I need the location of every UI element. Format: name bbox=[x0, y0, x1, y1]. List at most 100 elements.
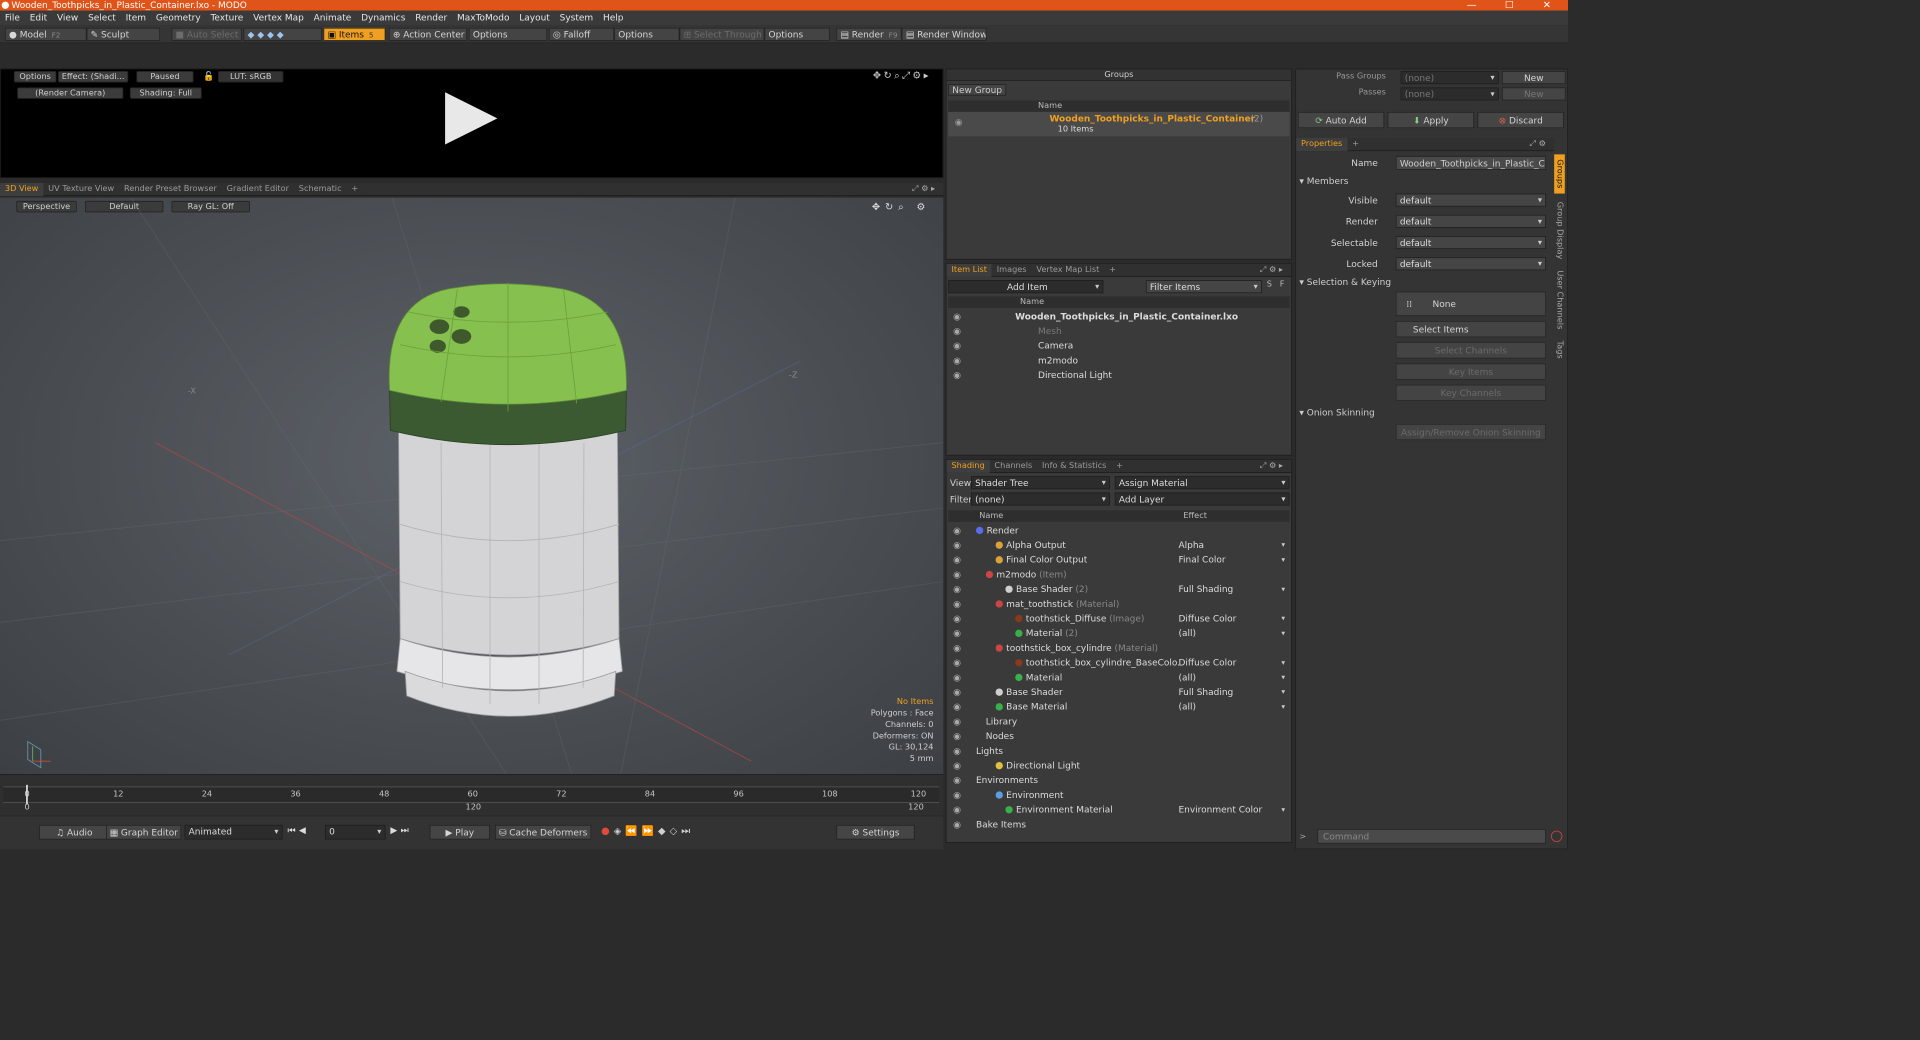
shader-row[interactable]: ◉ mat_toothstick (Material) bbox=[948, 597, 1289, 612]
shader-effect-dropdown[interactable]: Alpha bbox=[1178, 538, 1284, 553]
eye-icon[interactable]: ◉ bbox=[953, 671, 961, 686]
chevron-down-icon[interactable]: ▾ bbox=[1281, 553, 1285, 568]
eye-icon[interactable]: ◉ bbox=[953, 656, 961, 671]
maximize-button[interactable]: ☐ bbox=[1493, 0, 1526, 11]
passes-dropdown[interactable]: (none) bbox=[1400, 87, 1499, 101]
selection-keying-section[interactable]: ▾ Selection & Keying bbox=[1299, 277, 1391, 288]
shader-row[interactable]: ◉ Final Color Output Final Color ▾ bbox=[948, 553, 1289, 568]
shader-row[interactable]: ◉ toothstick_box_cylindre_BaseColo... Diff… bbox=[948, 656, 1289, 671]
properties-panel-controls[interactable]: ⤢ ⚙ bbox=[1525, 138, 1551, 151]
add-tab-button[interactable]: + bbox=[1104, 264, 1121, 277]
settings-button[interactable]: ⚙ Settings bbox=[836, 824, 915, 840]
eye-icon[interactable]: ◉ bbox=[953, 729, 961, 744]
eye-icon[interactable]: ◉ bbox=[953, 310, 961, 325]
shader-row[interactable]: ◉ Base Shader Full Shading ▾ bbox=[948, 685, 1289, 700]
add-tab-button[interactable]: + bbox=[1111, 460, 1128, 473]
prev-frame-icon[interactable]: ◀ bbox=[299, 825, 309, 836]
frame-forward-controls[interactable]: ▶⏭ bbox=[390, 825, 412, 836]
items-mode-button[interactable]: ▣ Items 5 bbox=[323, 27, 386, 41]
view-dropdown[interactable]: Shader Tree bbox=[971, 476, 1110, 490]
tab-channels[interactable]: Channels bbox=[990, 460, 1038, 473]
tab-info-statistics[interactable]: Info & Statistics bbox=[1037, 460, 1111, 473]
rotate-icon[interactable]: ↻ bbox=[884, 69, 895, 80]
side-tab-groups[interactable]: Groups bbox=[1554, 154, 1565, 194]
add-tab-button[interactable]: + bbox=[346, 183, 363, 196]
eye-icon[interactable]: ◉ bbox=[953, 553, 961, 568]
preview-paused-button[interactable]: Paused bbox=[136, 71, 194, 83]
menu-geometry[interactable]: Geometry bbox=[151, 11, 206, 26]
shader-row[interactable]: ◉ Material (2) (all) ▾ bbox=[948, 626, 1289, 641]
eye-icon[interactable]: ◉ bbox=[953, 700, 961, 715]
shader-effect-dropdown[interactable]: (all) bbox=[1178, 626, 1284, 641]
shader-row[interactable]: ◉ Directional Light bbox=[948, 759, 1289, 774]
eye-icon[interactable]: ◉ bbox=[953, 524, 961, 539]
key-prev-icon[interactable]: ⏪ bbox=[625, 825, 641, 836]
key-set-icon[interactable]: ◆ bbox=[658, 825, 670, 836]
eye-icon[interactable]: ◉ bbox=[953, 324, 961, 339]
viewport-panel-controls[interactable]: ⤢ ⚙ ▸ bbox=[907, 183, 940, 196]
shader-effect-dropdown[interactable]: Diffuse Color bbox=[1178, 656, 1284, 671]
shader-row[interactable]: ◉ toothstick_Diffuse (Image) Diffuse Color… bbox=[948, 612, 1289, 627]
gear-icon[interactable]: ⚙ bbox=[912, 69, 923, 80]
graph-editor-button[interactable]: ▦ Graph Editor bbox=[106, 824, 182, 840]
record-icon[interactable]: ● bbox=[601, 825, 614, 836]
eye-icon[interactable]: ◉ bbox=[953, 626, 961, 641]
model-mode-button[interactable]: ● Model F2 bbox=[4, 27, 87, 41]
tab-item-list[interactable]: Item List bbox=[946, 263, 992, 277]
tab-images[interactable]: Images bbox=[992, 264, 1032, 277]
shader-row[interactable]: ◉ Base Material (all) ▾ bbox=[948, 700, 1289, 715]
shading-dropdown[interactable]: Shading: Full bbox=[129, 87, 202, 99]
new-group-button[interactable]: New Group bbox=[948, 84, 1007, 96]
eye-icon[interactable]: ◉ bbox=[953, 788, 961, 803]
members-section[interactable]: ▾ Members bbox=[1299, 176, 1348, 187]
falloff-button[interactable]: ◎ Falloff bbox=[548, 27, 615, 41]
new-pass-button[interactable]: New bbox=[1501, 87, 1566, 101]
next-frame-icon[interactable]: ▶ bbox=[390, 825, 400, 836]
lut-dropdown[interactable]: LUT: sRGB bbox=[218, 71, 284, 83]
3d-viewport[interactable]: Perspective Default Ray GL: Off ✥↻⌕ ⚙ -X… bbox=[0, 197, 944, 775]
side-tab-group-display[interactable]: Group Display bbox=[1554, 198, 1565, 262]
auto-select-button[interactable]: ■ Auto Select bbox=[171, 27, 242, 41]
action-center-options-button[interactable]: Options bbox=[468, 27, 548, 41]
none-selector[interactable]: ⁞⁞ None bbox=[1395, 291, 1547, 317]
shading-panel-controls[interactable]: ⤢ ⚙ ▸ bbox=[1255, 460, 1288, 473]
preview-effect-dropdown[interactable]: Effect: (Shadi... bbox=[57, 71, 129, 83]
side-tab-user-channels[interactable]: User Channels bbox=[1554, 267, 1565, 333]
add-layer-dropdown[interactable]: Add Layer bbox=[1114, 492, 1290, 506]
visible-dropdown[interactable]: default bbox=[1395, 193, 1547, 207]
selection-mode-icons[interactable]: ◆ ◆ ◆ ◆ bbox=[243, 27, 322, 41]
menu-view[interactable]: View bbox=[52, 11, 83, 26]
arrow-right-icon[interactable]: ▸ bbox=[924, 69, 931, 80]
shader-row[interactable]: ◉ Nodes bbox=[948, 729, 1289, 744]
tab-gradient-editor[interactable]: Gradient Editor bbox=[222, 183, 294, 196]
eye-icon[interactable]: ◉ bbox=[953, 568, 961, 583]
shader-row[interactable]: ◉ Environment Material Environment Color ▾ bbox=[948, 803, 1289, 818]
eye-icon[interactable]: ◉ bbox=[953, 612, 961, 627]
tab-uv-texture-view[interactable]: UV Texture View bbox=[43, 183, 119, 196]
sculpt-mode-button[interactable]: ✎ Sculpt bbox=[86, 27, 161, 41]
shader-effect-dropdown[interactable]: Diffuse Color bbox=[1178, 612, 1284, 627]
eye-icon[interactable]: ◉ bbox=[953, 818, 961, 833]
render-button[interactable]: ▤ Render F9 bbox=[836, 27, 902, 41]
side-tab-tags[interactable]: Tags bbox=[1554, 338, 1565, 363]
filter-s-button[interactable]: S bbox=[1267, 280, 1277, 289]
chevron-down-icon[interactable]: ▾ bbox=[1281, 685, 1285, 700]
add-tab-button[interactable]: + bbox=[1347, 138, 1364, 151]
filter-items-field[interactable]: Filter Items bbox=[1145, 280, 1262, 294]
eye-icon[interactable]: ◉ bbox=[953, 641, 961, 656]
item-row[interactable]: ◉ Wooden_Toothpicks_in_Plastic_Container.… bbox=[948, 310, 1289, 325]
play-preview-icon[interactable] bbox=[445, 92, 498, 145]
command-input[interactable]: Command bbox=[1317, 828, 1547, 844]
eye-icon[interactable]: ◉ bbox=[953, 685, 961, 700]
eye-icon[interactable]: ◉ bbox=[953, 759, 961, 774]
tab-properties[interactable]: Properties bbox=[1296, 138, 1348, 152]
tab-schematic[interactable]: Schematic bbox=[294, 183, 347, 196]
filter-f-button[interactable]: F bbox=[1280, 280, 1290, 289]
menu-animate[interactable]: Animate bbox=[309, 11, 356, 26]
cache-deformers-button[interactable]: ⛁ Cache Deformers bbox=[494, 824, 592, 840]
shader-row[interactable]: ◉ Alpha Output Alpha ▾ bbox=[948, 538, 1289, 553]
move-icon[interactable]: ✥ bbox=[873, 69, 884, 80]
unlock-icon[interactable]: 🔓 bbox=[203, 71, 214, 82]
menu-dynamics[interactable]: Dynamics bbox=[356, 11, 410, 26]
key-icon[interactable]: ◈ bbox=[614, 825, 626, 836]
